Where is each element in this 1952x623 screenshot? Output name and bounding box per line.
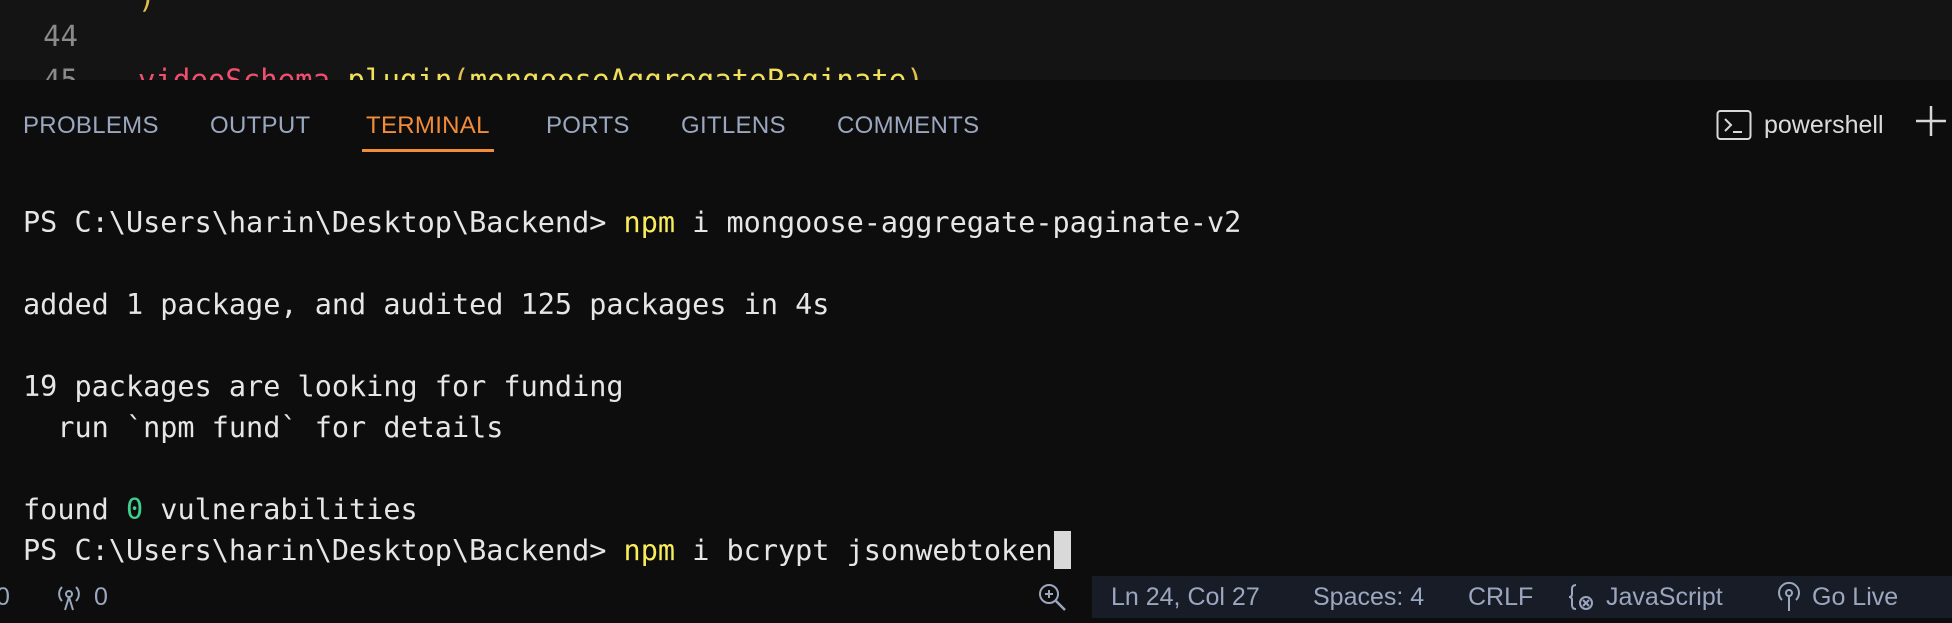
vulnerability-count: 0 xyxy=(125,493,144,526)
command-args: i bcrypt jsonwebtoken xyxy=(675,534,1053,567)
command-args: i mongoose-aggregate-paginate-v2 xyxy=(675,206,1242,239)
code-fragment: ) xyxy=(138,0,155,18)
output-text: found xyxy=(23,493,126,526)
ports-count: 0 xyxy=(94,583,108,611)
prompt: PS C:\Users\harin\Desktop\Backend> xyxy=(23,206,624,239)
broadcast-icon xyxy=(58,586,80,611)
broadcast-icon xyxy=(1778,581,1800,611)
code-token: . xyxy=(330,63,348,80)
command-name: npm xyxy=(623,534,676,567)
tab-gitlens[interactable]: GITLENS xyxy=(681,80,786,152)
language-label: JavaScript xyxy=(1606,583,1723,611)
go-live-button[interactable]: Go Live xyxy=(1774,576,1898,618)
cursor-position[interactable]: Ln 24, Col 27 xyxy=(1111,576,1260,618)
terminal-line: PS C:\Users\harin\Desktop\Backend> npm i… xyxy=(23,202,1241,243)
zoom-button[interactable] xyxy=(1036,576,1076,618)
status-bar: 0 0 Ln 24, Col 27 Spaces: 4 CRLF JavaScr… xyxy=(0,576,1952,618)
terminal-line: run `npm fund` for details xyxy=(23,411,504,444)
line-number: 44 xyxy=(43,19,78,53)
status-errors[interactable]: 0 xyxy=(0,576,10,618)
errors-count: 0 xyxy=(0,583,10,611)
terminal-icon xyxy=(1716,110,1752,140)
terminal-selector[interactable]: powershell xyxy=(1716,102,1884,148)
line-number: 45 xyxy=(43,63,78,80)
tab-comments[interactable]: COMMENTS xyxy=(837,80,979,152)
zoom-in-icon xyxy=(1039,584,1066,611)
code-token: videoSchema xyxy=(138,63,331,80)
terminal-input-line[interactable]: PS C:\Users\harin\Desktop\Backend> npm i… xyxy=(23,530,1071,571)
line-ending[interactable]: CRLF xyxy=(1468,576,1533,618)
code-text: videoSchema.plugin(mongooseAggregatePagi… xyxy=(138,60,924,80)
language-mode[interactable]: JavaScript xyxy=(1566,576,1723,618)
terminal-name: powershell xyxy=(1764,110,1884,139)
terminal-line: added 1 package, and audited 125 package… xyxy=(23,288,830,321)
tab-problems[interactable]: PROBLEMS xyxy=(23,80,159,152)
indentation-setting[interactable]: Spaces: 4 xyxy=(1313,576,1424,618)
code-token: ) xyxy=(906,63,924,80)
prompt: PS C:\Users\harin\Desktop\Backend> xyxy=(23,534,624,567)
code-token: plugin xyxy=(347,63,453,80)
tab-terminal[interactable]: TERMINAL xyxy=(366,80,490,152)
terminal-line: 19 packages are looking for funding xyxy=(23,370,624,403)
new-terminal-plus-icon[interactable] xyxy=(1914,104,1948,138)
panel-tab-bar: PROBLEMS OUTPUT TERMINAL PORTS GITLENS C… xyxy=(0,80,1952,152)
terminal-cursor xyxy=(1053,531,1071,569)
go-live-label: Go Live xyxy=(1812,583,1899,611)
terminal-line: found 0 vulnerabilities xyxy=(23,489,418,530)
editor-area[interactable]: ) 44 45 videoSchema.plugin(mongooseAggre… xyxy=(0,0,1952,80)
tab-output[interactable]: OUTPUT xyxy=(210,80,310,152)
command-name: npm xyxy=(623,206,676,239)
status-ports[interactable]: 0 xyxy=(52,576,108,618)
output-text: vulnerabilities xyxy=(143,493,418,526)
code-token: mongooseAggregatePaginate xyxy=(469,63,907,80)
tab-ports[interactable]: PORTS xyxy=(546,80,630,152)
braces-icon xyxy=(1568,584,1593,610)
code-token: ( xyxy=(452,63,470,80)
terminal-output[interactable]: PS C:\Users\harin\Desktop\Backend> npm i… xyxy=(0,152,1952,576)
